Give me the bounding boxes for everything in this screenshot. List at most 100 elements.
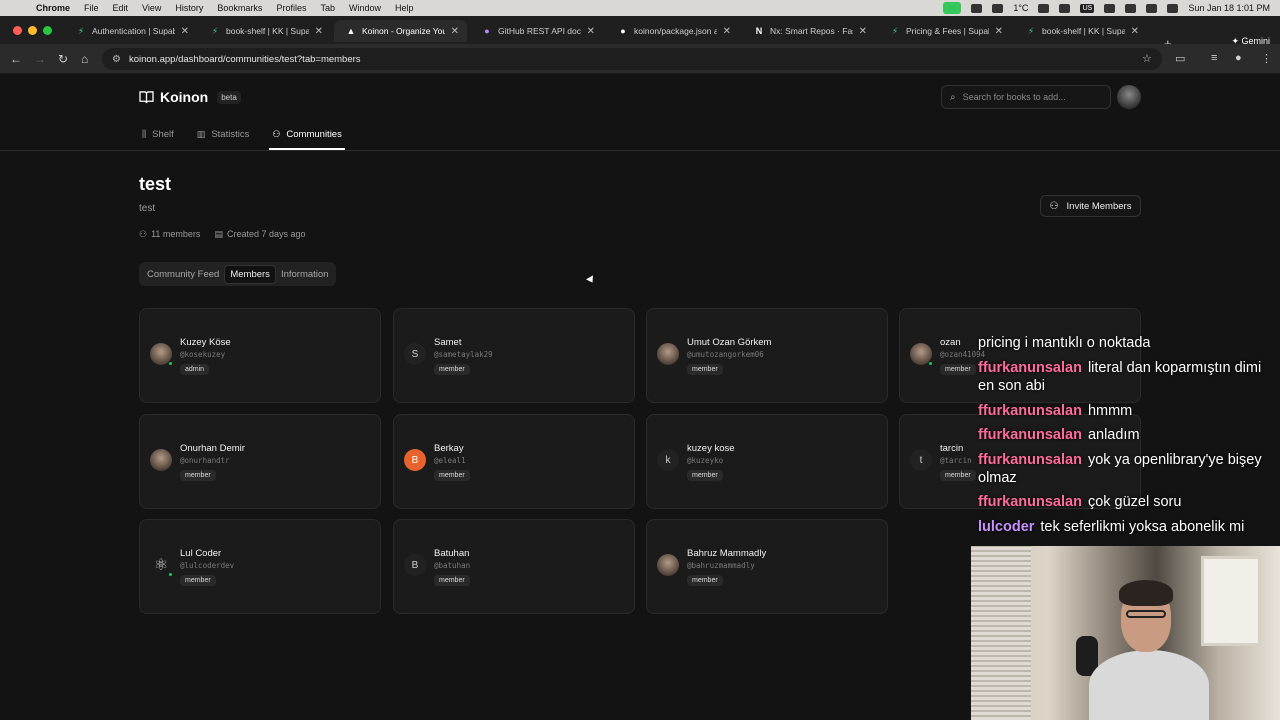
profile-avatar-icon[interactable]: ● [1235,52,1242,64]
chat-text: pricing i mantıklı o noktada [978,335,1151,351]
nav-tab-statistics[interactable]: ▥ Statistics [194,126,253,150]
member-avatar [657,554,679,576]
chat-text: hmmm [1087,403,1133,419]
member-name: Kuzey Köse [180,337,231,348]
brand-logo[interactable]: Koinon beta [139,89,241,105]
member-card[interactable]: Onurhan Demir @onurhandtr member [139,414,381,509]
site-info-icon[interactable]: ⚙ [112,54,121,65]
media-controls-icon[interactable]: ≡ [1211,52,1217,64]
window-controls [13,26,52,35]
member-handle: @batuhan [434,561,471,570]
battery-icon[interactable] [1104,3,1116,13]
reload-icon[interactable]: ↻ [58,52,68,66]
browser-tab[interactable]: ● koinon/package.json at ✕ [606,20,739,42]
input-source-icon[interactable]: US [1080,3,1095,13]
chat-username: ffurkanunsalan [978,360,1082,376]
bar-chart-icon: ▥ [196,129,206,139]
member-name: Onurhan Demir [180,443,245,454]
chat-message: lulcoder tek seferlikmi yoksa abonelik mi [978,518,1278,536]
chat-text: tek seferlikmi yoksa abonelik mi [1040,519,1245,535]
member-role-badge: member [180,575,216,586]
minimize-window-button[interactable] [28,26,37,35]
close-window-button[interactable] [13,26,22,35]
close-tab-icon[interactable]: ✕ [451,26,459,37]
github-icon: ● [620,26,626,36]
bookmark-star-icon[interactable]: ☆ [1142,52,1152,65]
chat-username: lulcoder [978,519,1035,535]
tab-community-feed[interactable]: Community Feed [142,266,224,283]
webcam-overlay [971,546,1280,720]
cast-icon[interactable]: ▭ [1175,52,1185,65]
member-name: Berkay [434,443,464,454]
member-card[interactable]: k kuzey kose @kuzeyko member [646,414,888,509]
browser-tab[interactable]: ⚡Pricing & Fees | Supabase✕ [878,20,1011,42]
menu-edit[interactable]: Edit [113,3,129,13]
menubar-clock[interactable]: Sun Jan 18 1:01 PM [1188,3,1270,13]
tab-members[interactable]: Members [224,264,276,284]
chat-message: ffurkanunsalan hmmm [978,402,1278,420]
member-card[interactable]: ⚛ Lul Coder @lulcoderdev member [139,519,381,614]
menu-profiles[interactable]: Profiles [276,3,306,13]
browser-tab[interactable]: N Nx: Smart Repos · Fast ✕ [742,20,875,42]
nav-tab-communities[interactable]: ⚇ Communities [269,126,345,150]
member-name: Batuhan [434,548,470,559]
facetime-status-icon[interactable] [943,2,962,14]
browser-tab[interactable]: ⚡book-shelf | KK | Supabase✕ [1014,20,1147,42]
menu-window[interactable]: Window [349,3,381,13]
member-card[interactable]: Kuzey Köse @kosekuzey admin [139,308,381,403]
browser-tab[interactable]: ●GitHub REST API documentation✕ [470,20,603,42]
url-text[interactable]: koinon.app/dashboard/communities/test?ta… [129,54,361,65]
search-spotlight-icon[interactable] [1146,3,1158,13]
chat-message: ffurkanunsalan anladım [978,426,1278,444]
book-search-input[interactable]: ⌕ Search for books to add... [941,85,1111,109]
chat-message: ffurkanunsalan literal dan koparmıştın di… [978,359,1278,395]
volume-icon[interactable] [1059,3,1071,13]
more-menu-icon[interactable]: ⋮ [1261,52,1272,65]
weather-icon[interactable] [992,3,1004,13]
nav-tab-shelf[interactable]: ⫼ Shelf [139,126,177,150]
member-card[interactable]: B Batuhan @batuhan member [393,519,635,614]
home-icon[interactable]: ⌂ [81,52,88,66]
menu-tab[interactable]: Tab [320,3,335,13]
tab-information[interactable]: Information [276,266,334,283]
member-handle: @lulcoderdev [180,561,235,570]
browser-tab-active[interactable]: ▲ Koinon - Organize Your ✕ [334,20,467,42]
close-tab-icon[interactable]: ✕ [181,26,189,37]
forward-arrow-icon[interactable]: → [34,52,46,66]
browser-tab[interactable]: ⚡book-shelf | KK | Supabase✕ [198,20,331,42]
background-window [1201,556,1261,646]
address-bar[interactable]: ⚙ koinon.app/dashboard/communities/test?… [102,48,1162,70]
browser-tab[interactable]: ⚡Authentication | Supabase✕ [64,20,197,42]
member-card[interactable]: Bahruz Mammadly @bahruzmammadly member [646,519,888,614]
online-status-dot [168,361,173,366]
user-avatar[interactable] [1117,85,1141,109]
menu-bookmarks[interactable]: Bookmarks [217,3,262,13]
menu-history[interactable]: History [175,3,203,13]
users-icon: ⚇ [272,129,281,139]
member-card[interactable]: B Berkay @eleal1 member [393,414,635,509]
back-arrow-icon[interactable]: ← [10,52,22,66]
close-tab-icon[interactable]: ✕ [315,26,323,37]
member-handle: @sametaylak29 [434,350,493,359]
control-center-icon[interactable] [1167,3,1179,13]
member-card[interactable]: Umut Ozan Görkem @umutozangorkem06 member [646,308,888,403]
zoom-window-button[interactable] [43,26,52,35]
wifi-icon[interactable] [1125,3,1137,13]
member-card[interactable]: S Samet @sametaylak29 member [393,308,635,403]
koinon-icon: ▲ [346,26,356,36]
menu-help[interactable]: Help [395,3,414,13]
close-tab-icon[interactable]: ✕ [859,26,867,37]
extension-icon[interactable] [971,3,983,13]
close-tab-icon[interactable]: ✕ [723,26,731,37]
close-tab-icon[interactable]: ✕ [1131,26,1139,37]
calendar-icon: ▤ [214,229,223,239]
focus-moon-icon[interactable] [1038,3,1050,13]
menu-app-name[interactable]: Chrome [36,3,70,13]
close-tab-icon[interactable]: ✕ [587,26,595,37]
menu-view[interactable]: View [142,3,161,13]
member-handle: @umutozangorkem06 [687,350,764,359]
invite-members-button[interactable]: ⚇ Invite Members [1040,195,1141,217]
member-handle: @tarcin [940,456,972,465]
menu-file[interactable]: File [84,3,99,13]
close-tab-icon[interactable]: ✕ [995,26,1003,37]
